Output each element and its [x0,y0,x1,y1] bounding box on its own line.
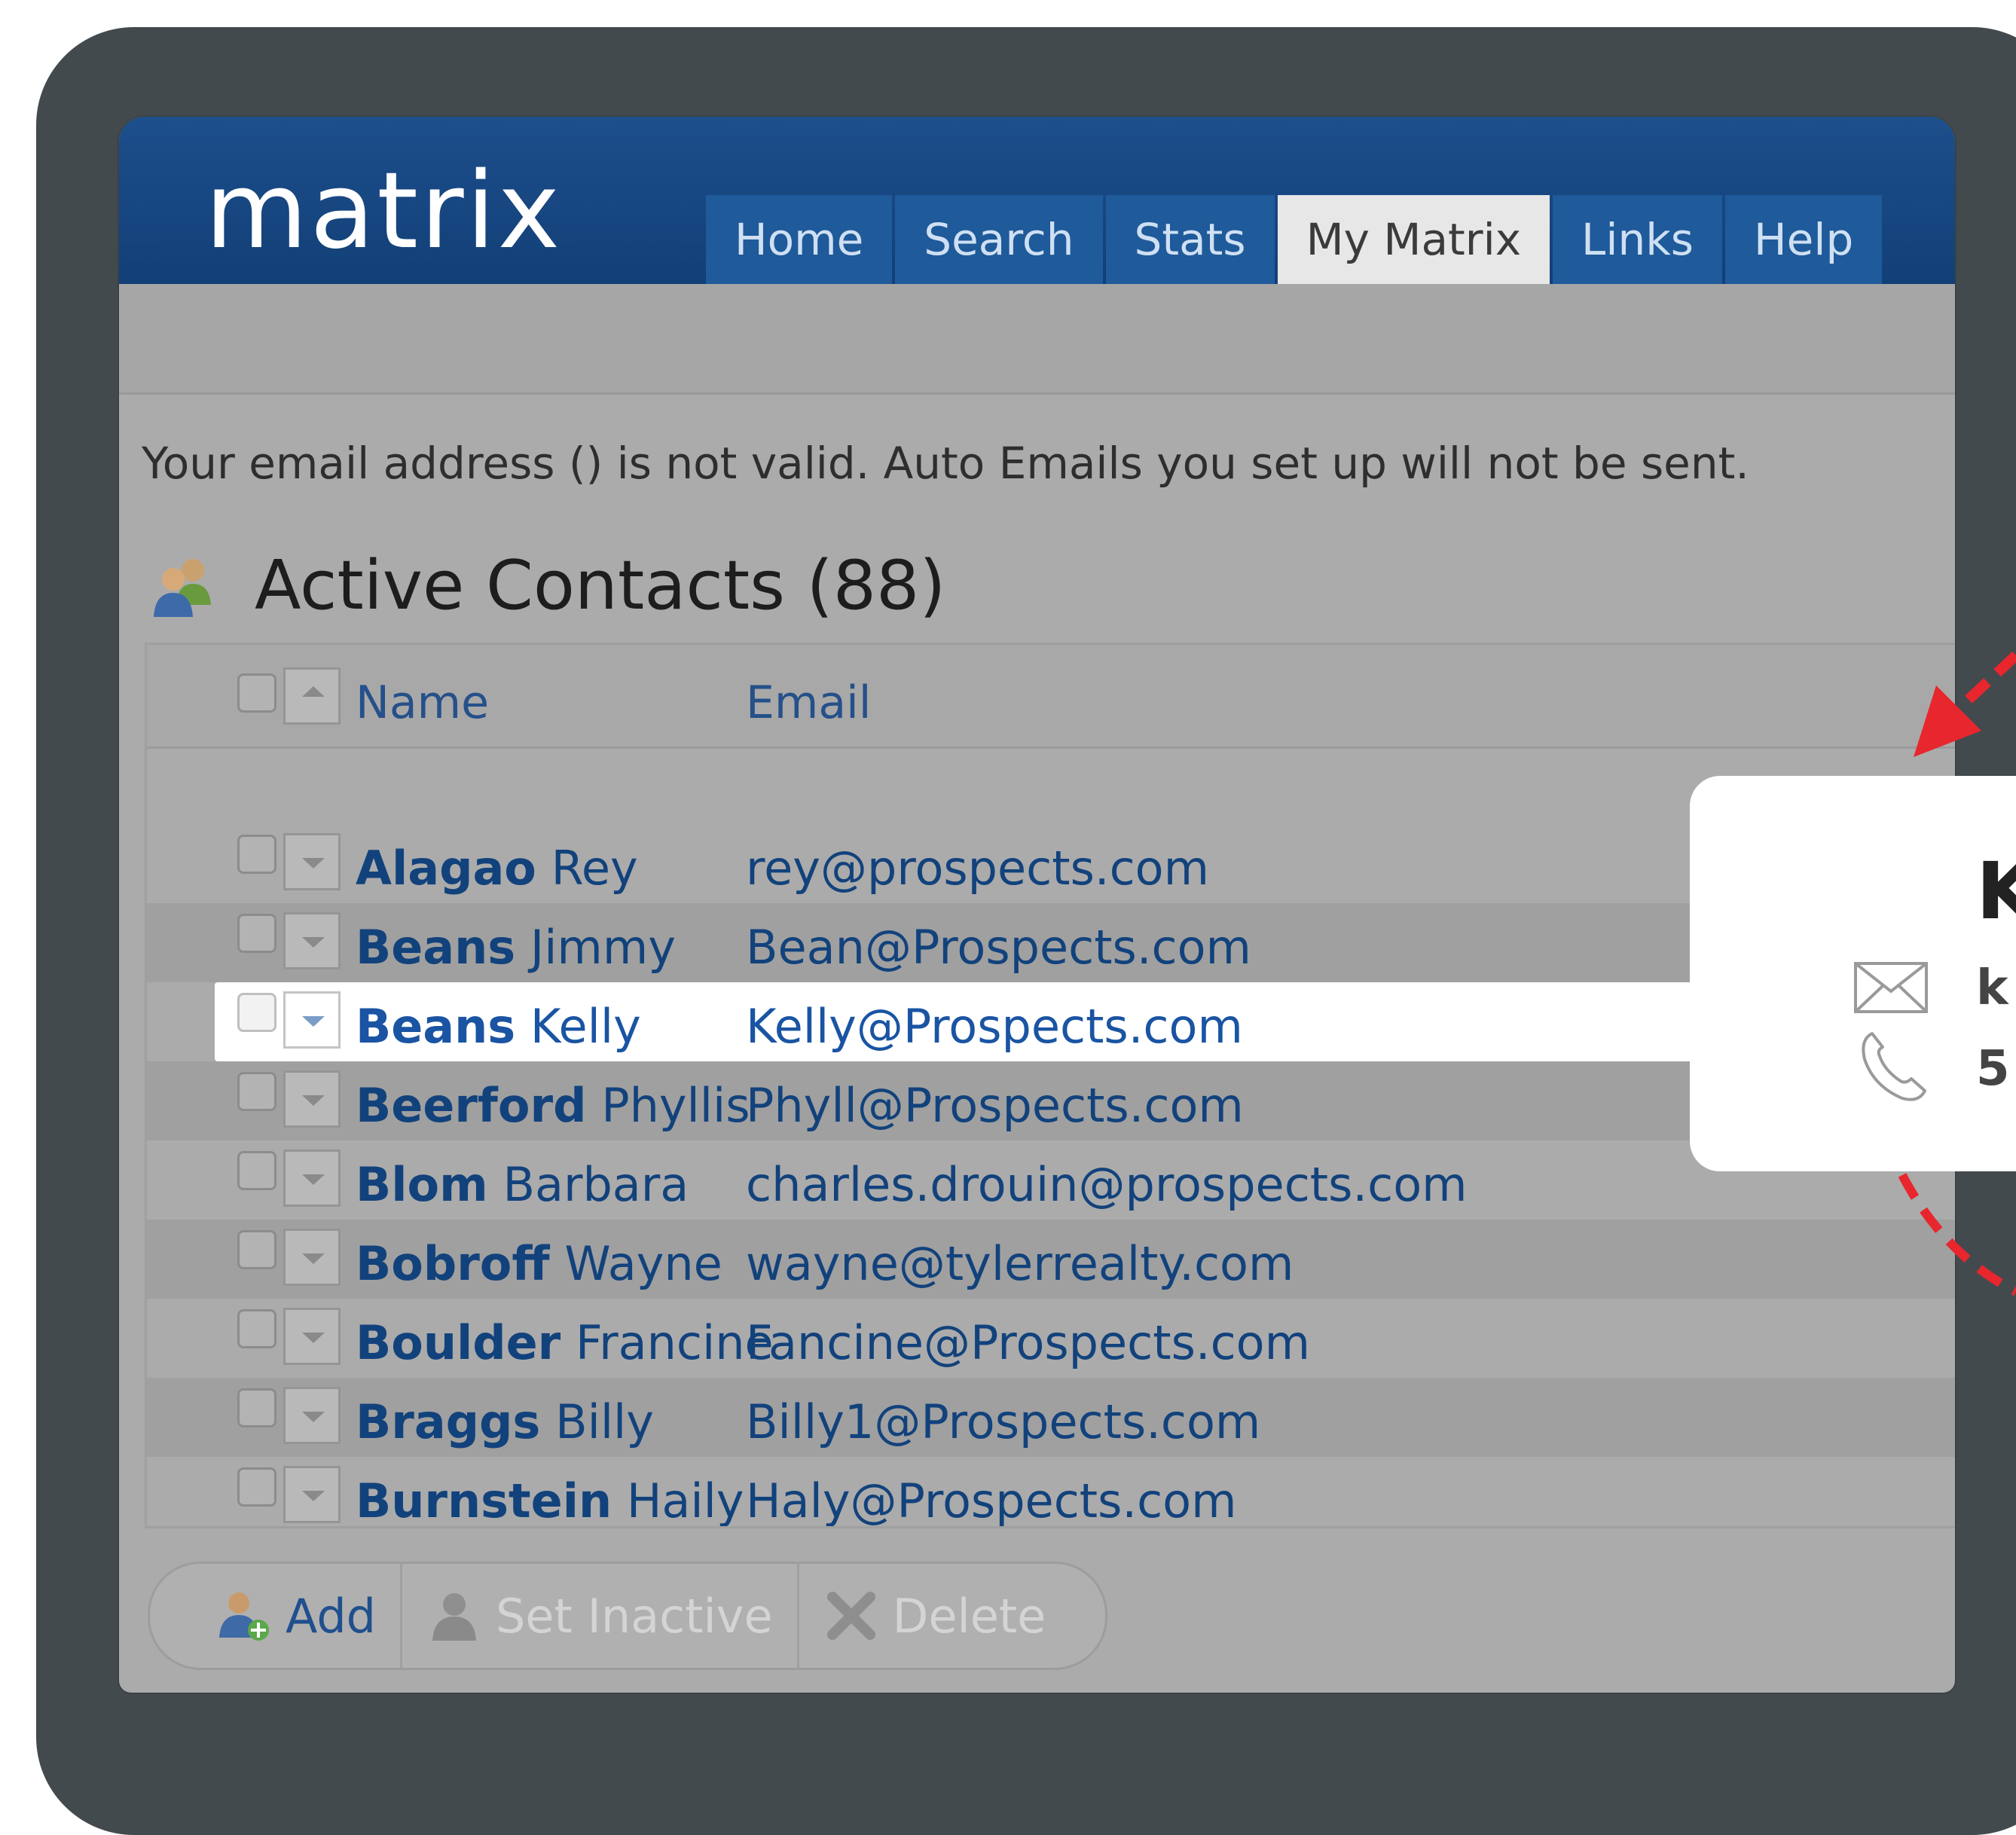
select-all-checkbox[interactable] [237,673,276,713]
annotation-dashed-curve [1898,1173,2016,1296]
contact-email[interactable]: rey@prospects.com [746,841,1209,896]
contact-name[interactable]: Beerford Phyllis [356,1078,750,1133]
tab-links[interactable]: Links [1553,195,1723,284]
contact-name[interactable]: Beans Jimmy [356,920,676,975]
tab-my-matrix[interactable]: My Matrix [1277,195,1550,284]
matrix-logo: matrix [205,150,563,273]
row-dropdown-button[interactable] [283,1150,341,1207]
contact-email[interactable]: Bean@Prospects.com [746,920,1251,975]
sub-navigation-bar [119,284,1955,395]
inactive-user-icon [432,1593,477,1641]
table-row[interactable]: Braggs Billy Billy1@Prospects.com [147,1378,1955,1457]
contact-email[interactable]: Phyll@Prospects.com [746,1078,1244,1133]
table-row[interactable]: Beerford Phyllis Phyll@Prospects.com [147,1061,1955,1140]
nav-tabs: Home Search Stats My Matrix Links Help [706,195,1885,284]
row-checkbox[interactable] [237,1388,276,1427]
contact-name[interactable]: Burnstein Haily [356,1473,744,1526]
contacts-title: Active Contacts (88) [255,546,946,625]
table-row-highlighted[interactable]: Beans Kelly Kelly@Prospects.com [215,982,1910,1061]
contact-email[interactable]: Kelly@Prospects.com [746,999,1243,1054]
contact-email[interactable]: Fancine@Prospects.com [746,1315,1310,1370]
add-user-icon [219,1592,269,1641]
contact-name[interactable]: Blom Barbara [356,1157,689,1212]
table-row[interactable]: Beans Jimmy Bean@Prospects.com [147,903,1955,982]
contacts-icon [154,558,211,617]
tab-home[interactable]: Home [706,195,893,284]
contact-name[interactable]: Beans Kelly [356,999,641,1054]
tab-stats[interactable]: Stats [1105,195,1275,284]
set-inactive-label: Set Inactive [496,1588,773,1644]
row-dropdown-button[interactable] [283,912,341,969]
row-checkbox[interactable] [237,993,276,1032]
phone-icon [1862,1032,1926,1101]
row-dropdown-button[interactable] [283,1466,341,1523]
tab-search[interactable]: Search [895,195,1103,284]
contact-email[interactable]: Haly@Prospects.com [746,1473,1237,1526]
contact-name[interactable]: Alagao Rey [356,841,638,896]
add-contact-button[interactable]: Add [150,1564,403,1668]
row-checkbox[interactable] [237,1309,276,1348]
row-dropdown-button[interactable] [283,1229,341,1286]
row-checkbox[interactable] [237,1072,276,1111]
row-dropdown-button[interactable] [283,1387,341,1444]
table-row[interactable]: Bobroff Wayne wayne@tylerrealty.com [147,1220,1955,1299]
popup-contact-phone[interactable]: 5 [1976,1041,2010,1097]
tab-help[interactable]: Help [1725,195,1883,284]
contact-email[interactable]: Billy1@Prospects.com [746,1394,1260,1449]
popup-contact-email[interactable]: k [1976,960,2008,1016]
envelope-icon [1854,962,1928,1013]
column-header-email[interactable]: Email [746,676,871,729]
contacts-table: Name Email Alagao Rey rey@prospects.com … [145,643,1955,1528]
row-dropdown-button[interactable] [283,1308,341,1365]
row-checkbox[interactable] [237,1230,276,1269]
contacts-toolbar: Add Set Inactive Delete [148,1562,1107,1670]
row-dropdown-button[interactable] [283,1070,341,1128]
delete-label: Delete [892,1588,1046,1644]
table-row[interactable]: Boulder Francine Fancine@Prospects.com [147,1299,1955,1378]
contact-email[interactable]: charles.drouin@prospects.com [746,1157,1468,1212]
sort-toggle-button[interactable] [283,667,341,725]
row-checkbox[interactable] [237,1151,276,1190]
table-row[interactable]: Alagao Rey rey@prospects.com [147,824,1955,903]
delete-button[interactable]: Delete [799,1564,1071,1668]
contact-email[interactable]: wayne@tylerrealty.com [746,1236,1294,1291]
table-row[interactable]: Blom Barbara charles.drouin@prospects.co… [147,1140,1955,1220]
column-header-name[interactable]: Name [356,676,489,729]
contact-name[interactable]: Bobroff Wayne [356,1236,722,1291]
set-inactive-button[interactable]: Set Inactive [402,1564,799,1668]
app-window: matrix Home Search Stats My Matrix Links… [119,117,1955,1693]
header-bar: matrix Home Search Stats My Matrix Links… [119,117,1955,284]
row-checkbox[interactable] [237,914,276,953]
contact-detail-popup: K k 5 [1690,776,2016,1171]
email-warning-message: Your email address () is not valid. Auto… [142,438,1749,489]
annotation-arrow [1914,651,2016,757]
popup-contact-name: K [1976,845,2016,937]
row-dropdown-button[interactable] [283,991,341,1049]
contact-name[interactable]: Braggs Billy [356,1394,654,1449]
table-header: Name Email [147,645,1955,749]
table-row[interactable]: Burnstein Haily Haly@Prospects.com [147,1457,1955,1526]
add-button-label: Add [286,1588,377,1644]
row-checkbox[interactable] [237,1467,276,1507]
contact-name[interactable]: Boulder Francine [356,1315,774,1370]
contacts-heading: Active Contacts (88) [149,546,945,625]
row-checkbox[interactable] [237,835,276,874]
row-dropdown-button[interactable] [283,833,341,890]
delete-x-icon [826,1592,875,1640]
